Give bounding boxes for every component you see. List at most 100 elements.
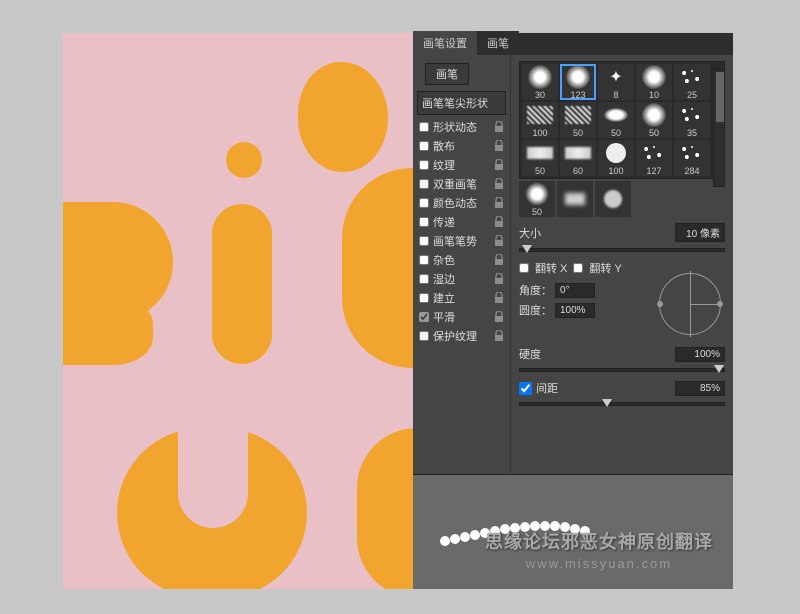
angle-value[interactable]: 0° [555, 283, 595, 298]
option-row[interactable]: 散布 [415, 136, 508, 155]
option-checkbox[interactable] [419, 122, 429, 132]
lock-icon[interactable] [494, 292, 504, 304]
artwork-shape [212, 204, 272, 364]
option-label: 湿边 [433, 271, 494, 287]
brush-preset[interactable]: 100 [522, 102, 558, 138]
option-label: 画笔笔势 [433, 233, 494, 249]
watermark-en: www.missyuan.com [485, 556, 713, 571]
spacing-checkbox[interactable] [519, 382, 532, 395]
option-row[interactable]: 颜色动态 [415, 193, 508, 212]
brush-preset[interactable]: 25 [674, 64, 710, 100]
option-checkbox[interactable] [419, 274, 429, 284]
size-label: 大小 [519, 225, 549, 241]
option-checkbox[interactable] [419, 255, 429, 265]
flip-x-label: 翻转 X [535, 260, 567, 276]
option-checkbox[interactable] [419, 236, 429, 246]
brush-preset[interactable]: 50 [598, 102, 634, 138]
size-slider[interactable] [519, 248, 725, 252]
option-label: 双重画笔 [433, 176, 494, 192]
brush-preset[interactable] [557, 181, 593, 217]
flip-x-checkbox[interactable] [519, 263, 529, 273]
brush-settings-panel: 画笔设置 画笔 画笔 画笔笔尖形状 形状动态散布纹理双重画笔颜色动态传递画笔笔势… [413, 33, 733, 589]
spacing-value[interactable]: 85% [675, 381, 725, 396]
angle-label: 角度： [519, 282, 555, 298]
hardness-slider[interactable] [519, 368, 725, 372]
brush-preset[interactable]: 284 [674, 140, 710, 176]
option-row[interactable]: 形状动态 [415, 117, 508, 136]
canvas-area[interactable] [63, 33, 413, 589]
option-checkbox[interactable] [419, 141, 429, 151]
artwork-shape [342, 168, 413, 368]
option-row[interactable]: 传递 [415, 212, 508, 231]
option-label: 建立 [433, 290, 494, 306]
watermark: 思缘论坛邪恶女神原创翻译 www.missyuan.com [485, 528, 713, 571]
brush-preset[interactable]: 50 [522, 140, 558, 176]
brush-preset[interactable]: 50 [560, 102, 596, 138]
option-row[interactable]: 双重画笔 [415, 174, 508, 193]
lock-icon[interactable] [494, 311, 504, 323]
brush-preset-grid: 30123✦81025100505050355060100127284 [519, 61, 725, 179]
lock-icon[interactable] [494, 121, 504, 133]
lock-icon[interactable] [494, 235, 504, 247]
brush-preset[interactable]: 35 [674, 102, 710, 138]
roundness-value[interactable]: 100% [555, 303, 595, 318]
option-row[interactable]: 平滑 [415, 307, 508, 326]
spacing-row: 间距 85% [519, 380, 725, 396]
artwork-shape [298, 62, 388, 172]
brush-preset[interactable]: 123 [560, 64, 596, 100]
brush-preset[interactable]: 50 [519, 181, 555, 217]
option-row[interactable]: 建立 [415, 288, 508, 307]
option-label: 颜色动态 [433, 195, 494, 211]
option-checkbox[interactable] [419, 198, 429, 208]
artwork-shape [226, 142, 262, 178]
lock-icon[interactable] [494, 178, 504, 190]
option-checkbox[interactable] [419, 217, 429, 227]
option-checkbox[interactable] [419, 160, 429, 170]
option-row[interactable]: 保护纹理 [415, 326, 508, 345]
option-checkbox[interactable] [419, 179, 429, 189]
lock-icon[interactable] [494, 159, 504, 171]
brush-grid-scrollbar[interactable] [713, 69, 725, 187]
tab-brush-settings[interactable]: 画笔设置 [413, 31, 477, 55]
artwork-shape [357, 428, 413, 589]
artwork-shape [178, 428, 248, 528]
option-row[interactable]: 纹理 [415, 155, 508, 174]
brush-button[interactable]: 画笔 [425, 63, 469, 85]
option-checkbox[interactable] [419, 312, 429, 322]
spacing-slider[interactable] [519, 402, 725, 406]
size-value[interactable]: 10 像素 [675, 223, 725, 242]
option-label: 散布 [433, 138, 494, 154]
option-label: 传递 [433, 214, 494, 230]
option-checkbox[interactable] [419, 331, 429, 341]
flip-y-label: 翻转 Y [589, 260, 621, 276]
lock-icon[interactable] [494, 197, 504, 209]
tip-shape-header[interactable]: 画笔笔尖形状 [417, 91, 506, 115]
brush-preset[interactable]: 100 [598, 140, 634, 176]
brush-preset[interactable]: 127 [636, 140, 672, 176]
lock-icon[interactable] [494, 273, 504, 285]
option-label: 保护纹理 [433, 328, 494, 344]
lock-icon[interactable] [494, 140, 504, 152]
brush-preview: 思缘论坛邪恶女神原创翻译 www.missyuan.com [413, 474, 733, 589]
flip-y-checkbox[interactable] [573, 263, 583, 273]
brush-preset[interactable] [595, 181, 631, 217]
option-checkbox[interactable] [419, 293, 429, 303]
lock-icon[interactable] [494, 216, 504, 228]
hardness-label: 硬度 [519, 346, 549, 362]
option-row[interactable]: 湿边 [415, 269, 508, 288]
option-label: 平滑 [433, 309, 494, 325]
angle-control[interactable] [659, 273, 721, 335]
option-row[interactable]: 杂色 [415, 250, 508, 269]
tab-brushes[interactable]: 画笔 [477, 31, 519, 55]
option-row[interactable]: 画笔笔势 [415, 231, 508, 250]
brush-preset[interactable]: 60 [560, 140, 596, 176]
lock-icon[interactable] [494, 254, 504, 266]
brush-preset[interactable]: 30 [522, 64, 558, 100]
lock-icon[interactable] [494, 330, 504, 342]
hardness-value[interactable]: 100% [675, 347, 725, 362]
artwork-shape [63, 297, 153, 365]
watermark-cn: 思缘论坛邪恶女神原创翻译 [485, 528, 713, 554]
brush-preset[interactable]: 10 [636, 64, 672, 100]
brush-preset[interactable]: 50 [636, 102, 672, 138]
brush-preset[interactable]: ✦8 [598, 64, 634, 100]
